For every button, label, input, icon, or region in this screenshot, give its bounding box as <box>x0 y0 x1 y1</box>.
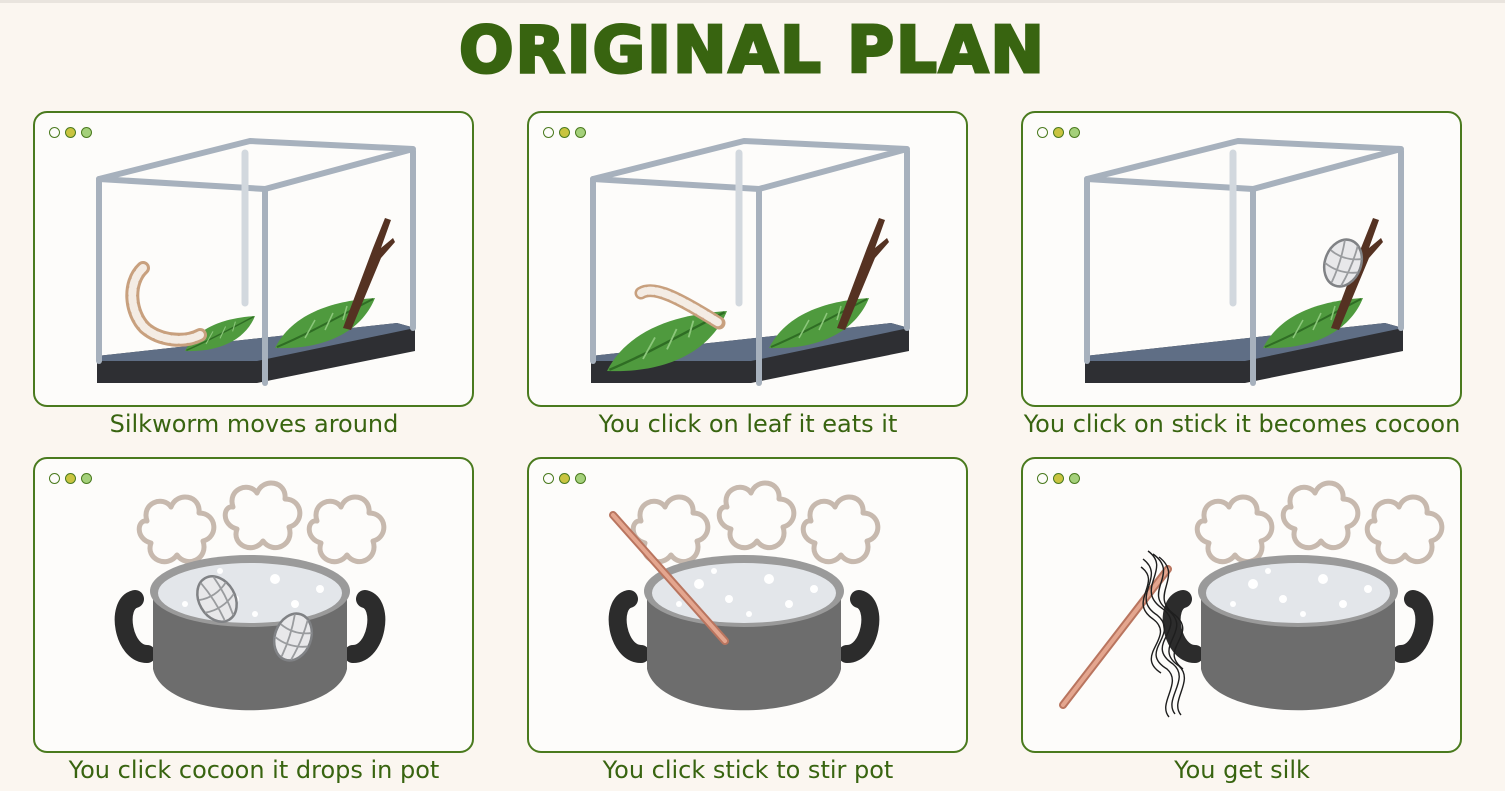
step-caption-5: You click stick to stir pot <box>602 756 894 784</box>
tank-scene <box>529 113 968 407</box>
page-title: ORIGINAL PLAN <box>458 13 1046 90</box>
step-panel-4[interactable] <box>33 457 474 753</box>
top-divider <box>0 0 1505 3</box>
step-caption-4: You click cocoon it drops in pot <box>68 756 440 784</box>
steam-icon <box>1367 497 1442 562</box>
step-caption-2: You click on leaf it eats it <box>598 410 898 438</box>
steam-icon <box>139 497 214 562</box>
step-panel-6[interactable] <box>1021 457 1462 753</box>
steam-icon <box>309 497 384 562</box>
step-caption-3: You click on stick it becomes cocoon <box>1023 410 1461 438</box>
stick-icon <box>837 218 889 330</box>
pot-icon <box>124 555 377 710</box>
step-panel-1[interactable] <box>33 111 474 407</box>
pot-scene <box>1059 459 1462 753</box>
step-panel-3[interactable] <box>1021 111 1462 407</box>
pot-icon <box>1172 555 1425 710</box>
tank-scene <box>1023 113 1462 407</box>
cocoon-icon <box>1316 233 1370 293</box>
pot-scene <box>529 459 968 753</box>
steam-icon <box>803 497 878 562</box>
pot-scene <box>35 459 474 753</box>
steam-icon <box>1197 497 1272 562</box>
steam-icon <box>719 483 794 548</box>
steam-icon <box>1283 483 1358 548</box>
pot-icon <box>618 555 871 710</box>
step-panel-2[interactable] <box>527 111 968 407</box>
step-caption-6: You get silk <box>1174 756 1310 784</box>
steam-icon <box>225 483 300 548</box>
stick-icon <box>343 218 395 330</box>
step-caption-1: Silkworm moves around <box>109 410 399 438</box>
tank-scene <box>35 113 474 407</box>
step-panel-5[interactable] <box>527 457 968 753</box>
